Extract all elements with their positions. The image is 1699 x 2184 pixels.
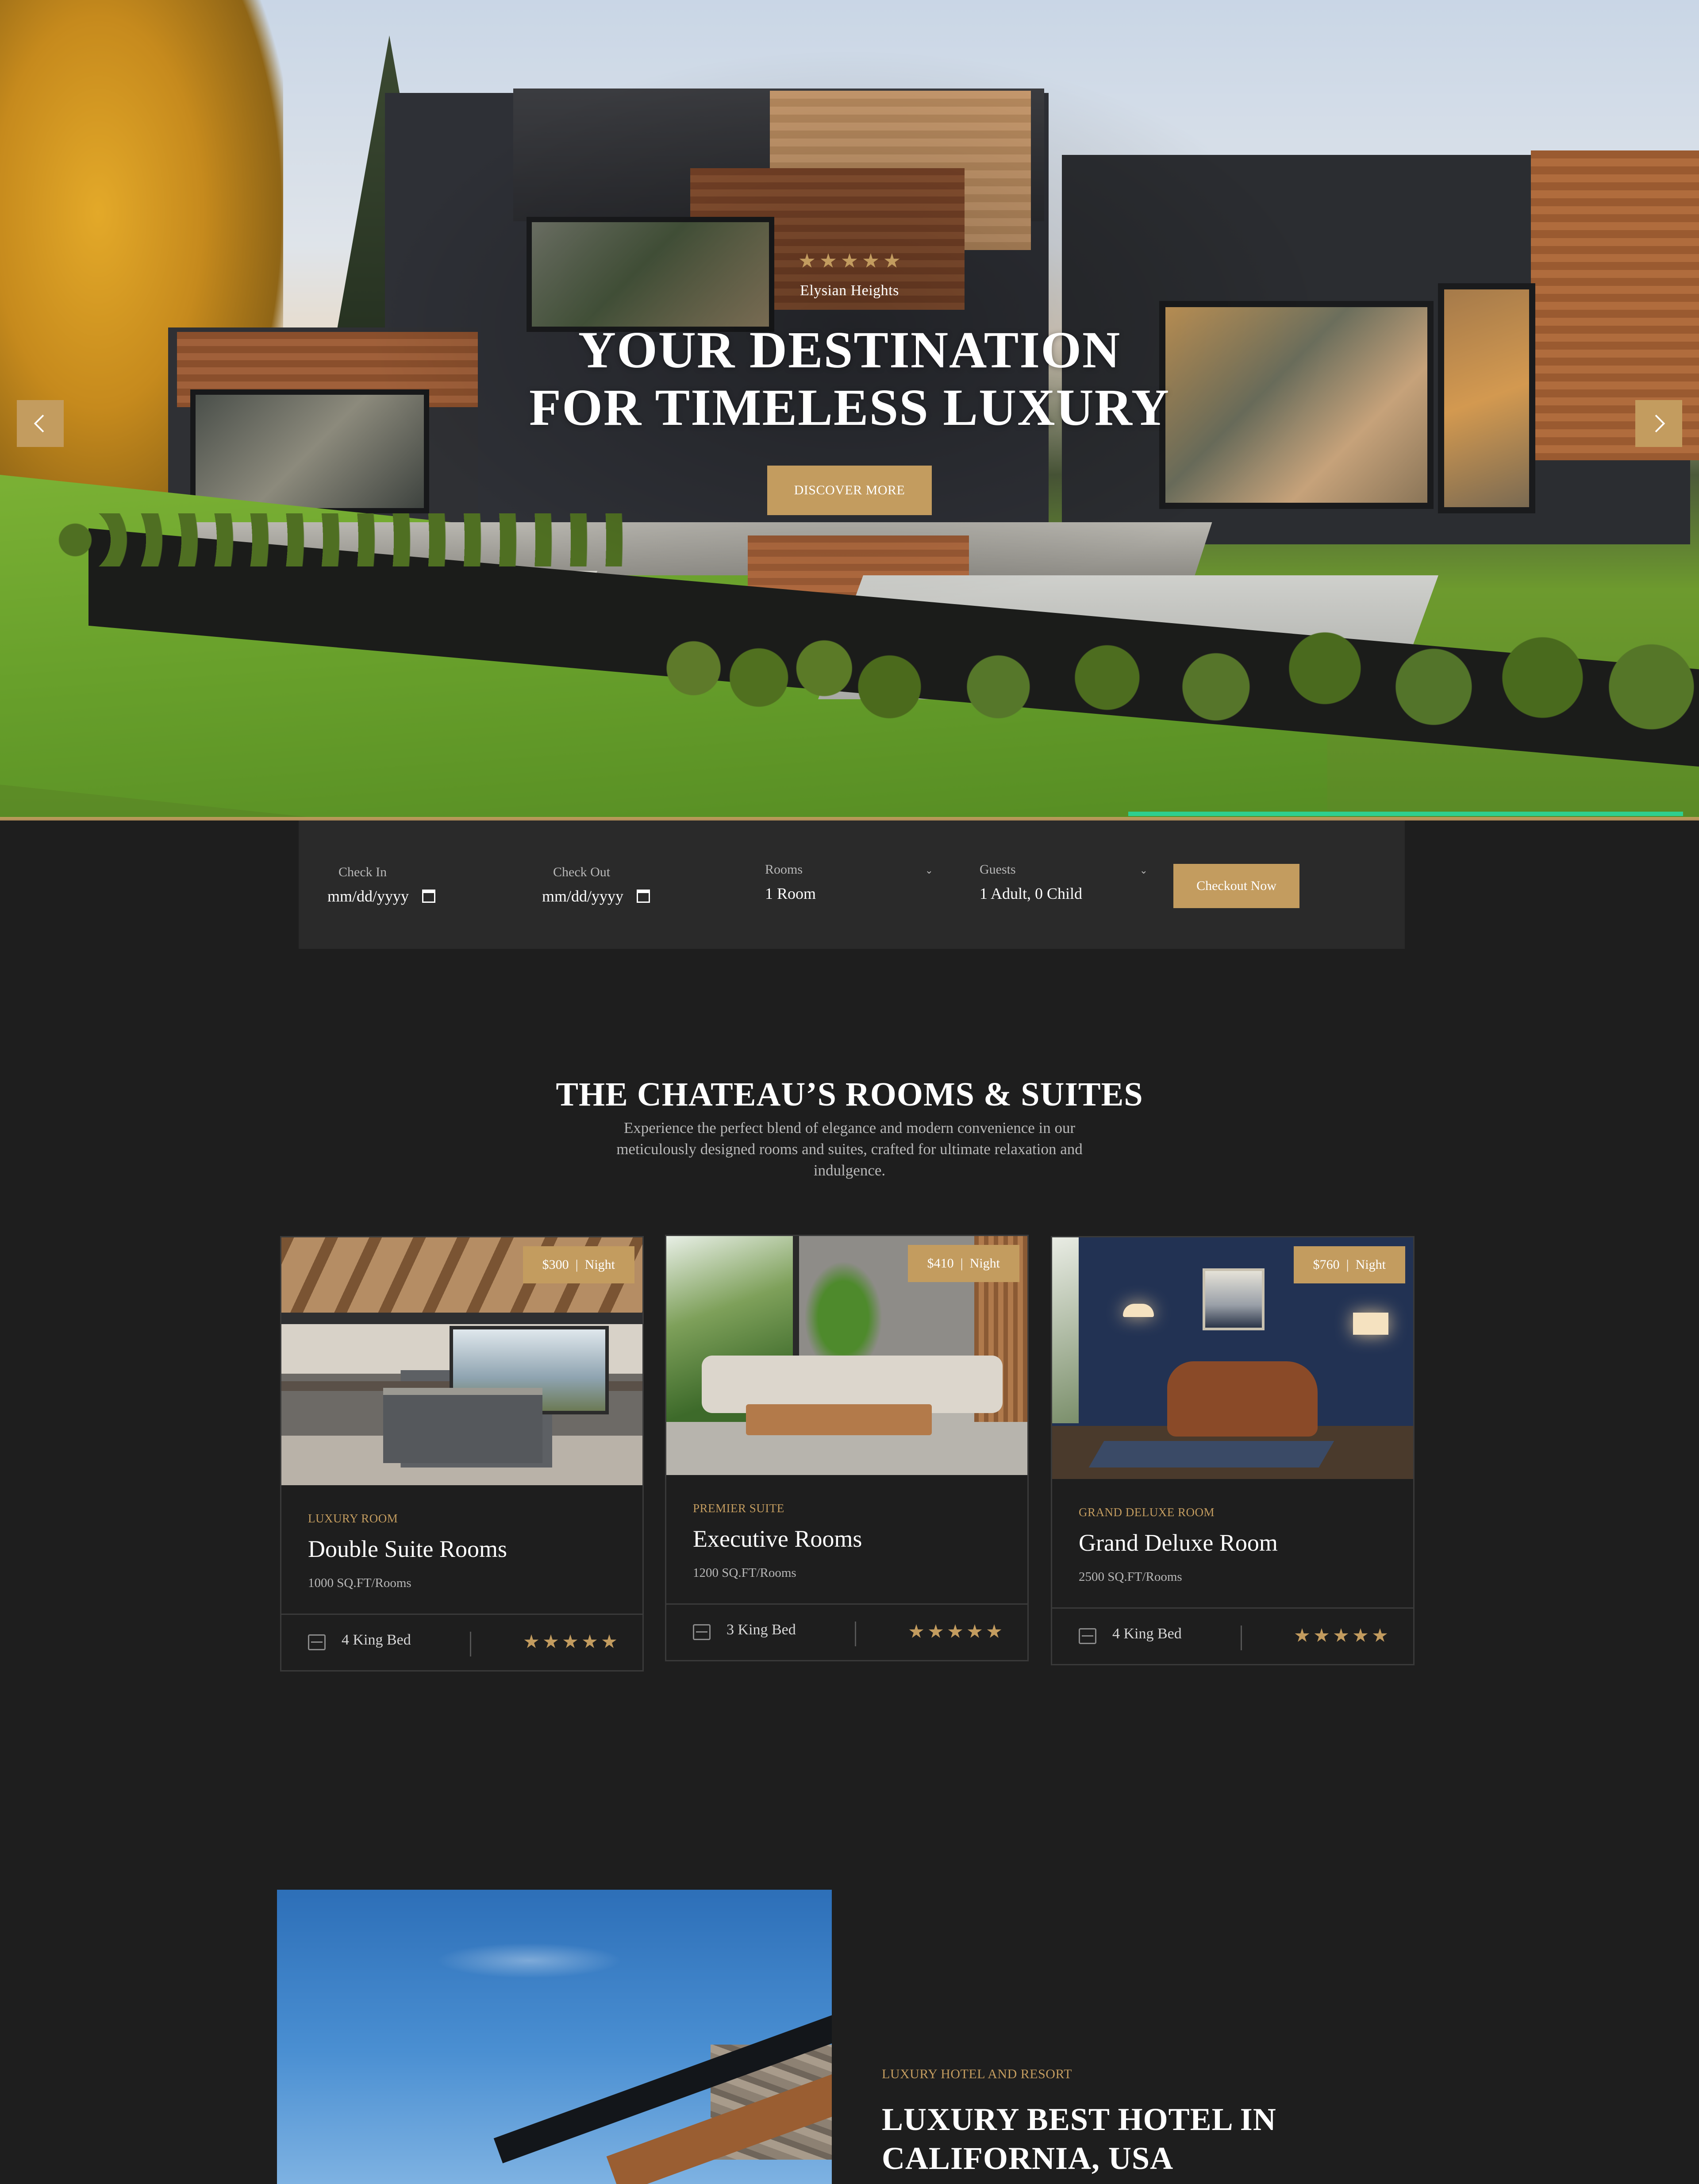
about-kicker: LUXURY HOTEL AND RESORT	[882, 2067, 1072, 2081]
star-icon	[563, 1634, 578, 1648]
room-category: GRAND DELUXE ROOM	[1079, 1506, 1215, 1519]
about-image	[277, 1890, 832, 2184]
room-card-footer: 4 King Bed	[1052, 1607, 1413, 1664]
room-card-footer: 3 King Bed	[666, 1603, 1027, 1660]
room-size: 1200 SQ.FT/Rooms	[693, 1566, 796, 1580]
star-icon	[799, 253, 815, 268]
hero-brand: Elysian Heights	[800, 282, 899, 299]
discover-more-button[interactable]: DISCOVER MORE	[767, 466, 932, 515]
price-badge: $410 | Night	[907, 1245, 1019, 1282]
bed-count: 3 King Bed	[726, 1622, 796, 1638]
star-icon	[863, 253, 879, 268]
star-icon	[1295, 1628, 1310, 1642]
room-name[interactable]: Double Suite Rooms	[308, 1535, 642, 1563]
star-icon	[948, 1624, 963, 1638]
room-card[interactable]: $760 | Night GRAND DELUXE ROOM Grand Del…	[1051, 1236, 1415, 1665]
room-size: 1000 SQ.FT/Rooms	[308, 1576, 411, 1590]
star-icon	[987, 1624, 1002, 1638]
bed-count: 4 King Bed	[342, 1632, 411, 1648]
slider-progress-track	[0, 817, 1699, 820]
check-in-label: Check In	[338, 865, 387, 879]
rooms-label: Rooms	[765, 862, 803, 877]
price-badge: $300 | Night	[523, 1246, 634, 1283]
chevron-left-icon	[34, 415, 44, 432]
chevron-down-icon: ⌄	[1139, 865, 1148, 876]
room-image[interactable]: $300 | Night	[281, 1237, 642, 1485]
calendar-icon[interactable]	[422, 890, 436, 903]
room-name[interactable]: Grand Deluxe Room	[1079, 1529, 1413, 1556]
room-image[interactable]: $760 | Night	[1052, 1237, 1413, 1479]
star-icon	[602, 1634, 617, 1648]
chevron-right-icon	[1655, 415, 1665, 432]
star-icon	[1353, 1628, 1368, 1642]
room-category: PREMIER SUITE	[693, 1502, 784, 1515]
guests-select[interactable]: Guests 1 Adult, 0 Child ⌄	[980, 862, 1148, 903]
room-size: 2500 SQ.FT/Rooms	[1079, 1570, 1182, 1584]
bed-count: 4 King Bed	[1112, 1625, 1182, 1642]
check-out-label: Check Out	[553, 865, 611, 879]
room-rating	[1295, 1628, 1388, 1643]
about-title: LUXURY BEST HOTEL IN CALIFORNIA, USA	[882, 2102, 1276, 2176]
room-card-footer: 4 King Bed	[281, 1614, 642, 1670]
room-name[interactable]: Executive Rooms	[693, 1525, 1027, 1552]
checkout-now-button[interactable]: Checkout Now	[1173, 864, 1299, 908]
hero-rating	[496, 253, 1203, 273]
hero-title-line-2: FOR TIMELESS LUXURY	[529, 378, 1170, 436]
divider	[855, 1622, 856, 1646]
price-badge: $760 | Night	[1293, 1246, 1405, 1283]
chevron-down-icon: ⌄	[925, 865, 933, 876]
check-in-field[interactable]: Check In mm/dd/yyyy	[327, 865, 436, 905]
slider-progress-fill	[1128, 812, 1683, 816]
check-out-input[interactable]: mm/dd/yyyy	[542, 887, 623, 905]
room-rating	[909, 1624, 1002, 1639]
rooms-value: 1 Room	[765, 885, 816, 902]
hero-title-line-1: YOUR DESTINATION	[578, 321, 1121, 379]
hero-content: Elysian Heights YOUR DESTINATION FOR TIM…	[496, 253, 1203, 515]
slider-prev-button[interactable]	[17, 400, 64, 447]
star-icon	[1372, 1628, 1388, 1642]
guests-label: Guests	[980, 862, 1016, 877]
slider-next-button[interactable]	[1635, 400, 1682, 447]
star-icon	[820, 253, 836, 268]
guests-value: 1 Adult, 0 Child	[980, 885, 1083, 902]
divider	[1241, 1625, 1242, 1650]
calendar-icon[interactable]	[637, 890, 650, 903]
star-icon	[909, 1624, 924, 1638]
rooms-section-title: THE CHATEAU’S ROOMS & SUITES	[556, 1076, 1143, 1113]
bed-icon	[1079, 1628, 1096, 1644]
star-icon	[543, 1634, 558, 1648]
star-icon	[928, 1624, 943, 1638]
star-icon	[842, 253, 857, 268]
star-icon	[884, 253, 900, 268]
divider	[470, 1632, 471, 1656]
star-icon	[967, 1624, 982, 1638]
room-category: LUXURY ROOM	[308, 1512, 398, 1525]
rooms-select[interactable]: Rooms 1 Room ⌄	[765, 862, 933, 903]
room-card[interactable]: $410 | Night PREMIER SUITE Executive Roo…	[665, 1235, 1029, 1661]
hero-title: YOUR DESTINATION FOR TIMELESS LUXURY	[496, 321, 1203, 436]
check-in-input[interactable]: mm/dd/yyyy	[327, 887, 409, 905]
star-icon	[524, 1634, 539, 1648]
rooms-section-description: Experience the perfect blend of elegance…	[616, 1119, 1083, 1179]
hero-slider: Elysian Heights YOUR DESTINATION FOR TIM…	[0, 0, 1699, 819]
star-icon	[582, 1634, 597, 1648]
star-icon	[1314, 1628, 1329, 1642]
room-image[interactable]: $410 | Night	[666, 1236, 1027, 1475]
room-rating	[524, 1634, 617, 1649]
room-card[interactable]: $300 | Night LUXURY ROOM Double Suite Ro…	[280, 1236, 644, 1672]
check-out-field[interactable]: Check Out mm/dd/yyyy	[542, 865, 650, 905]
star-icon	[1334, 1628, 1349, 1642]
bed-icon	[693, 1624, 711, 1640]
bed-icon	[308, 1634, 326, 1650]
booking-form: Check In mm/dd/yyyy Check Out mm/dd/yyyy…	[299, 820, 1405, 949]
